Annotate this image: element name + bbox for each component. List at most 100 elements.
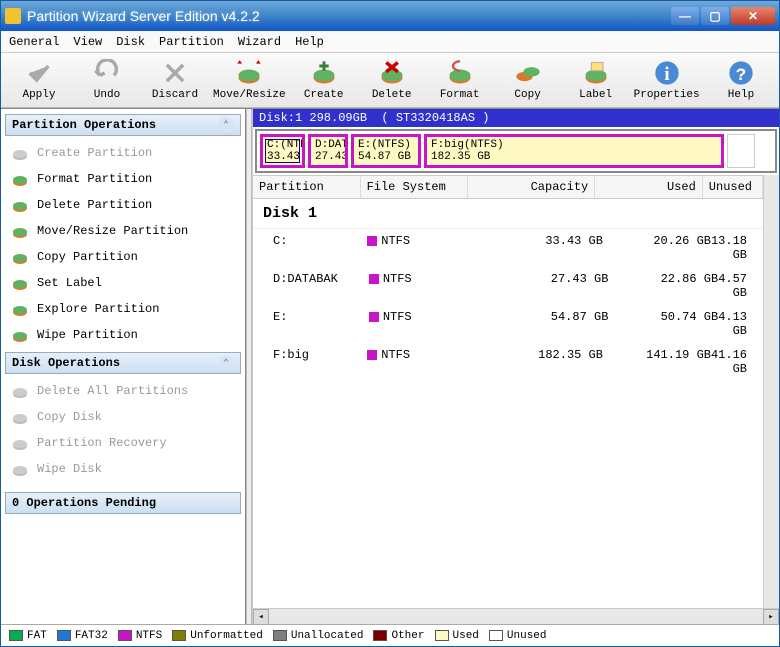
menu-partition[interactable]: Partition <box>159 35 224 49</box>
disk-icon <box>11 460 29 478</box>
menu-general[interactable]: General <box>9 35 59 49</box>
legend-item: Unused <box>489 630 547 642</box>
menu-disk[interactable]: Disk <box>116 35 145 49</box>
disk-ops-header[interactable]: Disk Operations ⌃ <box>5 352 241 374</box>
disk-icon <box>11 222 29 240</box>
disk-icon <box>11 408 29 426</box>
properties-button[interactable]: iProperties <box>634 59 700 101</box>
create-icon <box>310 59 338 87</box>
undo-button[interactable]: Undo <box>77 59 137 101</box>
op-label: Set Label <box>37 276 102 290</box>
menu-wizard[interactable]: Wizard <box>238 35 281 49</box>
content-body: Partition Operations ⌃ Create Partition F… <box>1 108 779 624</box>
delete-button[interactable]: Delete <box>362 59 422 101</box>
menubar: General View Disk Partition Wizard Help <box>1 31 779 53</box>
free-space-bar[interactable] <box>727 134 755 168</box>
scroll-track[interactable] <box>269 609 763 624</box>
help-button[interactable]: ?Help <box>711 59 771 101</box>
table-row[interactable]: E: NTFS 54.87 GB 50.74 GB 4.13 GB <box>253 305 763 343</box>
legend-swatch <box>373 630 387 641</box>
copy-button[interactable]: Copy <box>498 59 558 101</box>
legend-label: NTFS <box>136 630 162 642</box>
x-icon <box>161 59 189 87</box>
partition-op-item[interactable]: Create Partition <box>5 140 241 166</box>
partition-bar[interactable]: E:(NTFS)54.87 GB <box>351 134 421 168</box>
col-capacity[interactable]: Capacity <box>468 176 595 198</box>
op-label: Delete All Partitions <box>37 384 188 398</box>
close-button[interactable]: ✕ <box>731 7 775 25</box>
disk-op-item[interactable]: Wipe Disk <box>5 456 241 482</box>
partition-op-item[interactable]: Explore Partition <box>5 296 241 322</box>
copy-icon <box>514 59 542 87</box>
col-partition[interactable]: Partition <box>253 176 361 198</box>
legend-item: NTFS <box>118 630 162 642</box>
cell-capacity: 33.43 GB <box>475 234 603 262</box>
op-label: Format Partition <box>37 172 152 186</box>
op-label: Explore Partition <box>37 302 159 316</box>
partition-op-item[interactable]: Set Label <box>5 270 241 296</box>
legend-label: Unformatted <box>190 630 263 642</box>
format-button[interactable]: Format <box>430 59 490 101</box>
scroll-right-button[interactable]: ▸ <box>763 609 779 625</box>
col-filesystem[interactable]: File System <box>361 176 469 198</box>
disk-op-item[interactable]: Partition Recovery <box>5 430 241 456</box>
disk-group-label[interactable]: Disk 1 <box>253 199 763 229</box>
disk-op-item[interactable]: Delete All Partitions <box>5 378 241 404</box>
legend-label: Unused <box>507 630 547 642</box>
cell-used: 50.74 GB <box>608 310 718 338</box>
menu-view[interactable]: View <box>73 35 102 49</box>
partition-bar[interactable]: C:(NTFS33.43 G <box>260 134 305 168</box>
vertical-scrollbar[interactable] <box>763 175 779 608</box>
op-label: Copy Disk <box>37 410 102 424</box>
label-button[interactable]: Label <box>566 59 626 101</box>
cell-unused: 4.13 GB <box>718 310 757 338</box>
legend-swatch <box>172 630 186 641</box>
table-row[interactable]: D:DATABAK NTFS 27.43 GB 22.86 GB 4.57 GB <box>253 267 763 305</box>
op-label: Wipe Partition <box>37 328 138 342</box>
legend-swatch <box>9 630 23 641</box>
maximize-button[interactable]: ▢ <box>701 7 729 25</box>
window-title: Partition Wizard Server Edition v4.2.2 <box>27 8 671 24</box>
legend-swatch <box>435 630 449 641</box>
legend: FATFAT32NTFSUnformattedUnallocatedOtherU… <box>1 624 779 646</box>
minimize-button[interactable]: — <box>671 7 699 25</box>
legend-swatch <box>118 630 132 641</box>
apply-button[interactable]: Apply <box>9 59 69 101</box>
partition-op-item[interactable]: Wipe Partition <box>5 322 241 348</box>
scroll-left-button[interactable]: ◂ <box>253 609 269 625</box>
create-button[interactable]: Create <box>294 59 354 101</box>
legend-item: Unformatted <box>172 630 263 642</box>
cell-capacity: 27.43 GB <box>479 272 609 300</box>
legend-label: Used <box>453 630 479 642</box>
cell-capacity: 54.87 GB <box>479 310 609 338</box>
table-row[interactable]: F:big NTFS 182.35 GB 141.19 GB 41.16 GB <box>253 343 763 381</box>
partition-op-item[interactable]: Format Partition <box>5 166 241 192</box>
partition-ops-header[interactable]: Partition Operations ⌃ <box>5 114 241 136</box>
menu-help[interactable]: Help <box>295 35 324 49</box>
col-used[interactable]: Used <box>595 176 703 198</box>
legend-item: FAT <box>9 630 47 642</box>
app-window: Partition Wizard Server Edition v4.2.2 —… <box>0 0 780 647</box>
disk-icon <box>11 248 29 266</box>
disk-op-item[interactable]: Copy Disk <box>5 404 241 430</box>
disk-icon <box>11 434 29 452</box>
col-unused[interactable]: Unused <box>703 176 763 198</box>
disk-icon <box>11 274 29 292</box>
partition-op-item[interactable]: Delete Partition <box>5 192 241 218</box>
partition-op-item[interactable]: Move/Resize Partition <box>5 218 241 244</box>
table-row[interactable]: C: NTFS 33.43 GB 20.26 GB 13.18 GB <box>253 229 763 267</box>
partition-op-item[interactable]: Copy Partition <box>5 244 241 270</box>
disk-icon <box>11 196 29 214</box>
legend-item: Other <box>373 630 424 642</box>
op-label: Create Partition <box>37 146 152 160</box>
resize-icon <box>235 59 263 87</box>
discard-button[interactable]: Discard <box>145 59 205 101</box>
op-label: Partition Recovery <box>37 436 167 450</box>
disk-map: C:(NTFS33.43 GD:DATA27.43E:(NTFS)54.87 G… <box>255 129 777 173</box>
cell-filesystem: NTFS <box>369 310 479 338</box>
moveresize-button[interactable]: Move/Resize <box>213 59 286 101</box>
horizontal-scrollbar[interactable]: ◂ ▸ <box>253 608 779 624</box>
partition-bar[interactable]: D:DATA27.43 <box>308 134 348 168</box>
legend-label: Unallocated <box>291 630 364 642</box>
partition-bar[interactable]: F:big(NTFS)182.35 GB <box>424 134 724 168</box>
